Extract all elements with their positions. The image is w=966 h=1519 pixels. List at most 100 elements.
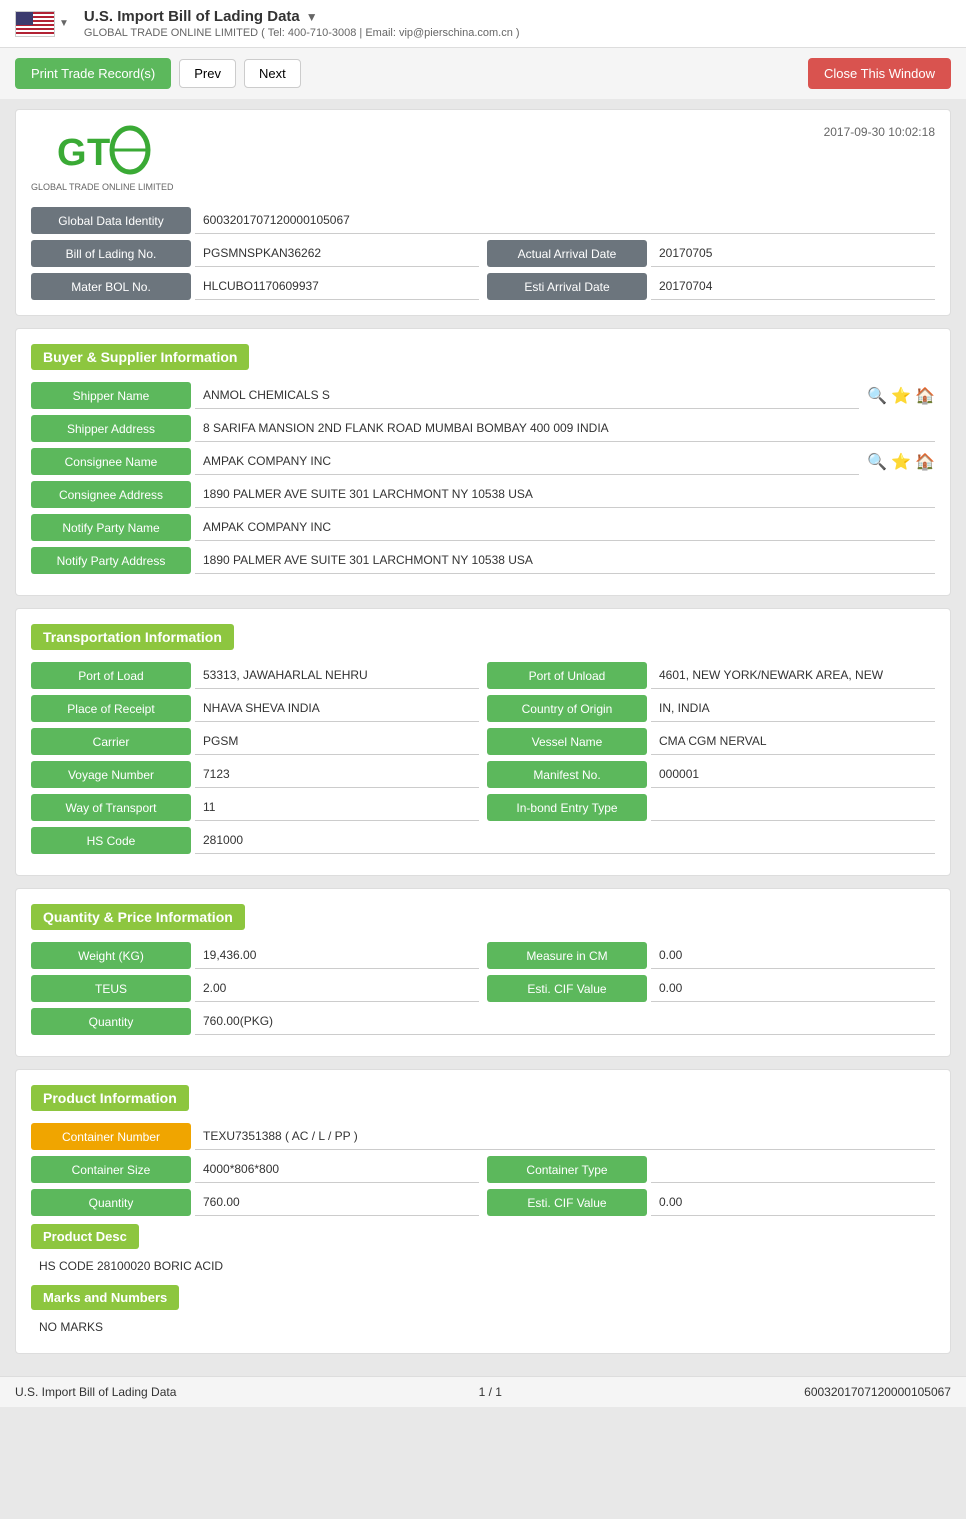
- product-cif-value: 0.00: [651, 1189, 935, 1216]
- header-card: G T GLOBAL TRADE ONLINE LIMITED 2017-09-…: [15, 109, 951, 316]
- consignee-address-label: Consignee Address: [31, 481, 191, 508]
- bol-value: PGSMNSPKAN36262: [195, 240, 479, 267]
- country-origin-group: Country of Origin IN, INDIA: [487, 695, 935, 722]
- esti-cif-group: Esti. CIF Value 0.00: [487, 975, 935, 1002]
- measure-group: Measure in CM 0.00: [487, 942, 935, 969]
- container-number-label: Container Number: [31, 1123, 191, 1150]
- quantity-price-card: Quantity & Price Information Weight (KG)…: [15, 888, 951, 1057]
- consignee-name-row: Consignee Name AMPAK COMPANY INC 🔍 ⭐ 🏠: [31, 448, 935, 475]
- port-load-label: Port of Load: [31, 662, 191, 689]
- port-row: Port of Load 53313, JAWAHARLAL NEHRU Por…: [31, 662, 935, 689]
- notify-address-row: Notify Party Address 1890 PALMER AVE SUI…: [31, 547, 935, 574]
- card-header-area: G T GLOBAL TRADE ONLINE LIMITED 2017-09-…: [31, 125, 935, 192]
- container-type-label: Container Type: [487, 1156, 647, 1183]
- logo-area: G T GLOBAL TRADE ONLINE LIMITED: [31, 125, 174, 192]
- bol-group: Bill of Lading No. PGSMNSPKAN36262: [31, 240, 479, 267]
- consignee-home-icon[interactable]: 🏠: [915, 452, 935, 472]
- weight-label: Weight (KG): [31, 942, 191, 969]
- esti-arrival-label: Esti Arrival Date: [487, 273, 647, 300]
- main-content: G T GLOBAL TRADE ONLINE LIMITED 2017-09-…: [0, 99, 966, 1376]
- carrier-label: Carrier: [31, 728, 191, 755]
- star-icon[interactable]: ⭐: [891, 386, 911, 406]
- carrier-value: PGSM: [195, 728, 479, 755]
- next-button[interactable]: Next: [244, 59, 301, 88]
- print-button[interactable]: Print Trade Record(s): [15, 58, 171, 89]
- app-title: U.S. Import Bill of Lading Data: [84, 8, 300, 25]
- transport-bond-row: Way of Transport 11 In-bond Entry Type: [31, 794, 935, 821]
- country-origin-value: IN, INDIA: [651, 695, 935, 722]
- esti-cif-value: 0.00: [651, 975, 935, 1002]
- actual-arrival-value: 20170705: [651, 240, 935, 267]
- consignee-search-icon[interactable]: 🔍: [867, 452, 887, 472]
- container-number-row: Container Number TEXU7351388 ( AC / L / …: [31, 1123, 935, 1150]
- flag-dropdown-arrow: ▼: [59, 18, 69, 29]
- consignee-address-row: Consignee Address 1890 PALMER AVE SUITE …: [31, 481, 935, 508]
- voyage-group: Voyage Number 7123: [31, 761, 479, 788]
- receipt-origin-row: Place of Receipt NHAVA SHEVA INDIA Count…: [31, 695, 935, 722]
- in-bond-group: In-bond Entry Type: [487, 794, 935, 821]
- title-arrow: ▼: [306, 10, 318, 24]
- consignee-name-label: Consignee Name: [31, 448, 191, 475]
- measure-value: 0.00: [651, 942, 935, 969]
- master-bol-label: Mater BOL No.: [31, 273, 191, 300]
- shipper-address-value: 8 SARIFA MANSION 2ND FLANK ROAD MUMBAI B…: [195, 415, 935, 442]
- marks-section: Marks and Numbers NO MARKS: [31, 1285, 935, 1338]
- prev-button[interactable]: Prev: [179, 59, 236, 88]
- voyage-value: 7123: [195, 761, 479, 788]
- port-load-value: 53313, JAWAHARLAL NEHRU: [195, 662, 479, 689]
- qty-row: Quantity 760.00(PKG): [31, 1008, 935, 1035]
- marks-value: NO MARKS: [31, 1316, 935, 1338]
- qty-label: Quantity: [31, 1008, 191, 1035]
- product-desc-section: Product Desc HS CODE 28100020 BORIC ACID: [31, 1224, 935, 1277]
- footer-title: U.S. Import Bill of Lading Data: [15, 1385, 176, 1399]
- in-bond-value: [651, 794, 935, 821]
- bol-label: Bill of Lading No.: [31, 240, 191, 267]
- weight-value: 19,436.00: [195, 942, 479, 969]
- measure-label: Measure in CM: [487, 942, 647, 969]
- app-subtitle: GLOBAL TRADE ONLINE LIMITED ( Tel: 400-7…: [84, 27, 520, 39]
- company-logo: G T: [52, 125, 152, 180]
- way-transport-value: 11: [195, 794, 479, 821]
- voyage-label: Voyage Number: [31, 761, 191, 788]
- footer-id: 600320170712000010​5067: [804, 1385, 951, 1399]
- master-bol-row: Mater BOL No. HLCUBO1170609937 Esti Arri…: [31, 273, 935, 300]
- port-unload-group: Port of Unload 4601, NEW YORK/NEWARK ARE…: [487, 662, 935, 689]
- consignee-address-value: 1890 PALMER AVE SUITE 301 LARCHMONT NY 1…: [195, 481, 935, 508]
- manifest-label: Manifest No.: [487, 761, 647, 788]
- notify-name-value: AMPAK COMPANY INC: [195, 514, 935, 541]
- timestamp: 2017-09-30 10:02:18: [824, 125, 935, 139]
- notify-name-row: Notify Party Name AMPAK COMPANY INC: [31, 514, 935, 541]
- global-data-value: 600320170712000010​5067: [195, 207, 935, 234]
- shipper-name-row: Shipper Name ANMOL CHEMICALS S 🔍 ⭐ 🏠: [31, 382, 935, 409]
- notify-name-label: Notify Party Name: [31, 514, 191, 541]
- vessel-value: CMA CGM NERVAL: [651, 728, 935, 755]
- place-receipt-group: Place of Receipt NHAVA SHEVA INDIA: [31, 695, 479, 722]
- teus-cif-row: TEUS 2.00 Esti. CIF Value 0.00: [31, 975, 935, 1002]
- close-button[interactable]: Close This Window: [808, 58, 951, 89]
- place-receipt-value: NHAVA SHEVA INDIA: [195, 695, 479, 722]
- in-bond-label: In-bond Entry Type: [487, 794, 647, 821]
- voyage-manifest-row: Voyage Number 7123 Manifest No. 000001: [31, 761, 935, 788]
- transportation-card: Transportation Information Port of Load …: [15, 608, 951, 876]
- shipper-icons: 🔍 ⭐ 🏠: [867, 382, 935, 409]
- toolbar: Print Trade Record(s) Prev Next Close Th…: [0, 48, 966, 99]
- product-desc-value: HS CODE 28100020 BORIC ACID: [31, 1255, 935, 1277]
- home-icon[interactable]: 🏠: [915, 386, 935, 406]
- product-desc-label: Product Desc: [31, 1224, 139, 1249]
- manifest-value: 000001: [651, 761, 935, 788]
- transportation-title: Transportation Information: [31, 624, 234, 650]
- global-data-row: Global Data Identity 600320170712000010​…: [31, 207, 935, 234]
- svg-text:G: G: [57, 132, 87, 174]
- carrier-group: Carrier PGSM: [31, 728, 479, 755]
- shipper-name-value: ANMOL CHEMICALS S: [195, 382, 859, 409]
- flag-container[interactable]: ▼: [15, 11, 69, 37]
- notify-address-value: 1890 PALMER AVE SUITE 301 LARCHMONT NY 1…: [195, 547, 935, 574]
- consignee-name-value: AMPAK COMPANY INC: [195, 448, 859, 475]
- search-icon[interactable]: 🔍: [867, 386, 887, 406]
- consignee-star-icon[interactable]: ⭐: [891, 452, 911, 472]
- container-size-label: Container Size: [31, 1156, 191, 1183]
- product-cif-label: Esti. CIF Value: [487, 1189, 647, 1216]
- global-data-label: Global Data Identity: [31, 207, 191, 234]
- quantity-price-title: Quantity & Price Information: [31, 904, 245, 930]
- way-transport-label: Way of Transport: [31, 794, 191, 821]
